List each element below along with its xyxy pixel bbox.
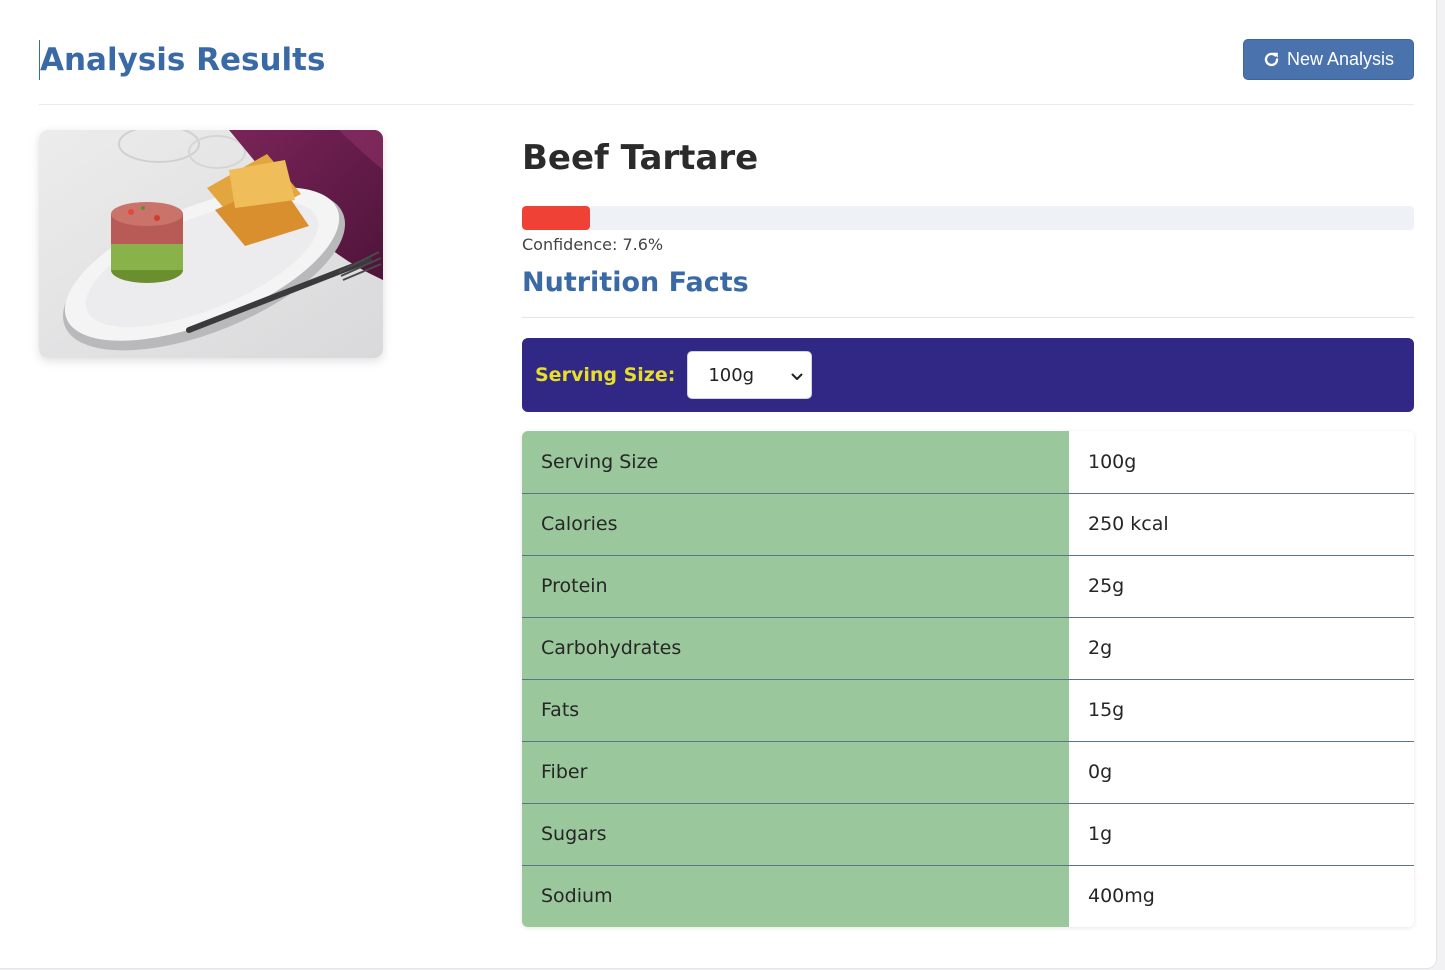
nutrient-value: 250 kcal xyxy=(1069,493,1414,556)
table-row: Calories 250 kcal xyxy=(522,493,1414,556)
results-header: Analysis Results New Analysis xyxy=(39,36,1414,105)
nutrient-value: 0g xyxy=(1069,741,1414,804)
nutrient-label: Sodium xyxy=(522,865,1069,927)
nutrient-value: 2g xyxy=(1069,617,1414,680)
serving-size-value: 100g xyxy=(708,364,755,386)
nutrient-value: 400mg xyxy=(1069,865,1414,927)
table-row: Serving Size 100g xyxy=(522,431,1414,494)
section-divider xyxy=(522,317,1414,318)
nutrient-value: 100g xyxy=(1069,431,1414,494)
chevron-down-icon xyxy=(791,365,803,386)
table-row: Carbohydrates 2g xyxy=(522,617,1414,680)
nutrition-facts-title: Nutrition Facts xyxy=(522,267,749,298)
nutrient-label: Fats xyxy=(522,679,1069,742)
confidence-bar xyxy=(522,206,1414,230)
serving-size-bar: Serving Size: 100g xyxy=(522,338,1414,412)
nutrient-label: Sugars xyxy=(522,803,1069,866)
refresh-icon xyxy=(1263,51,1280,68)
nutrient-label: Calories xyxy=(522,493,1069,556)
confidence-text: Confidence: 7.6% xyxy=(522,235,664,254)
confidence-bar-fill xyxy=(522,206,590,230)
page: Analysis Results New Analysis Beef Tarta… xyxy=(0,0,1437,969)
nutrition-table: Serving Size 100g Calories 250 kcal Prot… xyxy=(522,431,1414,927)
new-analysis-label: New Analysis xyxy=(1286,49,1395,69)
table-row: Sugars 1g xyxy=(522,803,1414,866)
table-row: Protein 25g xyxy=(522,555,1414,618)
table-row: Sodium 400mg xyxy=(522,865,1414,927)
nutrient-label: Serving Size xyxy=(522,431,1069,494)
food-image xyxy=(39,130,383,358)
table-row: Fats 15g xyxy=(522,679,1414,742)
new-analysis-button[interactable]: New Analysis xyxy=(1243,39,1414,80)
nutrient-label: Carbohydrates xyxy=(522,617,1069,680)
nutrient-label: Fiber xyxy=(522,741,1069,804)
table-row: Fiber 0g xyxy=(522,741,1414,804)
nutrient-value: 15g xyxy=(1069,679,1414,742)
nutrient-label: Protein xyxy=(522,555,1069,618)
page-title: Analysis Results xyxy=(39,40,326,80)
serving-size-select[interactable]: 100g xyxy=(687,351,813,399)
nutrient-value: 1g xyxy=(1069,803,1414,866)
serving-size-label: Serving Size: xyxy=(535,364,676,386)
nutrient-value: 25g xyxy=(1069,555,1414,618)
food-name: Beef Tartare xyxy=(522,138,759,178)
